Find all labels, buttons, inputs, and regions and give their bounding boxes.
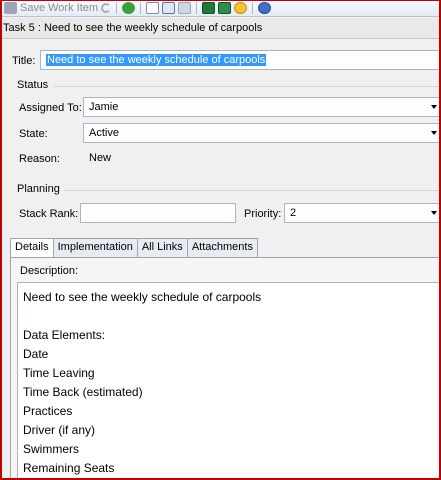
tab-strip: Details Implementation All Links Attachm… — [10, 238, 258, 258]
description-line: Time Leaving — [23, 366, 95, 380]
chevron-down-icon[interactable] — [431, 105, 437, 109]
reason-field: New — [83, 148, 441, 168]
chevron-down-icon[interactable] — [431, 211, 437, 215]
reason-value: New — [89, 152, 112, 164]
tab-all-links[interactable]: All Links — [136, 238, 188, 257]
description-line: Data Elements: — [23, 328, 106, 342]
assigned-to-value: Jamie — [89, 101, 119, 113]
description-line: Driver (if any) — [23, 423, 96, 437]
state-value: Active — [89, 127, 119, 139]
new-doc-icon[interactable] — [146, 2, 160, 14]
cut-icon[interactable] — [178, 2, 192, 14]
planning-heading: Planning — [17, 183, 60, 195]
excel-export-icon[interactable] — [218, 2, 232, 14]
excel-icon[interactable] — [202, 2, 216, 14]
description-line: Need to see the weekly schedule of carpo… — [23, 290, 262, 304]
toolbar-separator — [116, 2, 118, 14]
save-work-item-label: Save Work Item — [20, 2, 99, 14]
globe-icon[interactable] — [258, 2, 272, 14]
description-editor[interactable]: Need to see the weekly schedule of carpo… — [17, 282, 441, 480]
smiley-icon[interactable] — [234, 2, 248, 14]
assigned-to-dropdown[interactable]: Jamie — [83, 97, 441, 117]
work-item-title-bar: Task 5 : Need to see the weekly schedule… — [0, 18, 441, 39]
undo-icon[interactable] — [101, 3, 112, 13]
tab-details[interactable]: Details — [10, 238, 54, 258]
description-line — [23, 307, 441, 326]
priority-value: 2 — [290, 207, 297, 219]
title-input[interactable]: Need to see the weekly schedule of carpo… — [40, 50, 441, 70]
status-heading: Status — [17, 79, 49, 91]
tab-attachments[interactable]: Attachments — [186, 238, 258, 257]
reason-label: Reason: — [19, 153, 60, 165]
toolbar-separator — [196, 2, 198, 14]
save-icon — [4, 2, 17, 14]
stack-rank-label: Stack Rank: — [19, 208, 79, 220]
priority-label: Priority: — [244, 208, 282, 220]
refresh-icon[interactable] — [122, 2, 136, 14]
title-value: Need to see the weekly schedule of carpo… — [46, 54, 267, 66]
description-label: Description: — [20, 265, 79, 277]
state-label: State: — [19, 128, 48, 140]
description-line: Time Back (estimated) — [23, 385, 143, 399]
description-line: Remaining Seats — [23, 461, 115, 475]
toolbar-separator — [252, 2, 254, 14]
status-divider — [54, 86, 441, 87]
assigned-to-label: Assigned To: — [19, 102, 82, 114]
description-line: Date — [23, 347, 49, 361]
state-dropdown[interactable]: Active — [83, 123, 441, 143]
copy-icon[interactable] — [162, 2, 176, 14]
title-label: Title: — [12, 55, 36, 67]
tab-implementation[interactable]: Implementation — [52, 238, 138, 257]
description-line: Swimmers — [23, 442, 79, 456]
toolbar-separator — [140, 2, 142, 14]
save-work-item-button[interactable]: Save Work Item — [4, 1, 98, 16]
chevron-down-icon[interactable] — [431, 131, 437, 135]
stack-rank-input[interactable] — [80, 203, 236, 223]
toolbar: Save Work Item — [0, 0, 441, 17]
planning-divider — [64, 190, 441, 191]
description-line: Practices — [23, 404, 73, 418]
priority-dropdown[interactable]: 2 — [284, 203, 441, 223]
